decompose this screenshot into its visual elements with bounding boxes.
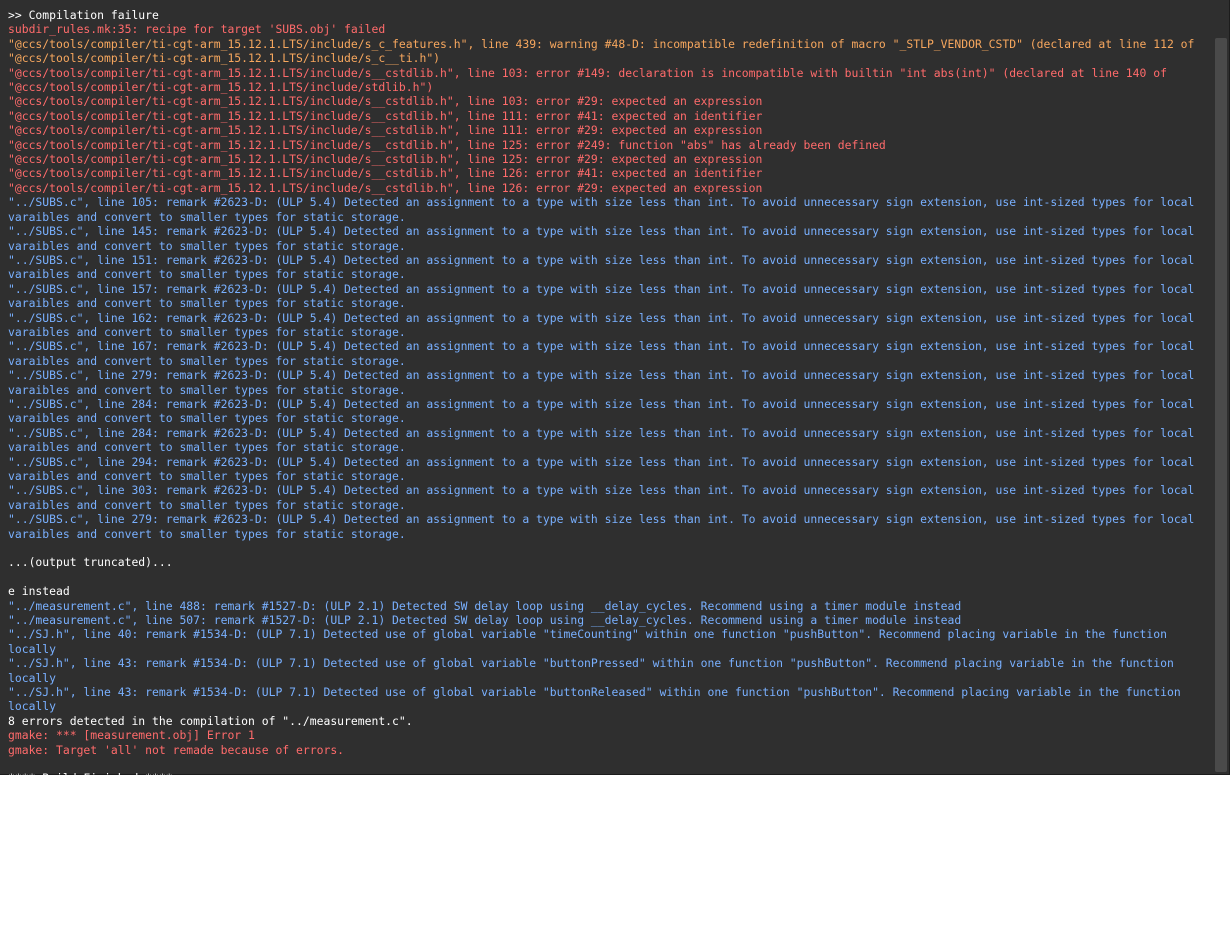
console-line-remark: "../SUBS.c", line 284: remark #2623-D: (… bbox=[8, 425, 1202, 455]
console-line-error: "@ccs/tools/compiler/ti-cgt-arm_15.12.1.… bbox=[8, 180, 763, 195]
console-line-remark: "../measurement.c", line 488: remark #15… bbox=[8, 598, 962, 613]
console-line-remark: "../SUBS.c", line 294: remark #2623-D: (… bbox=[8, 454, 1202, 483]
console-line-remark: "../measurement.c", line 507: remark #15… bbox=[8, 613, 962, 628]
console-line-remark: "../SUBS.c", line 105: remark #2623-D: (… bbox=[8, 195, 1202, 224]
console-line-error: gmake: *** [measurement.obj] Error 1 bbox=[8, 728, 255, 743]
console-line-remark: "../SUBS.c", line 162: remark #2623-D: (… bbox=[8, 310, 1202, 339]
console-line-error: "@ccs/tools/compiler/ti-cgt-arm_15.12.1.… bbox=[8, 108, 763, 123]
console-line-normal: ...(output truncated)... bbox=[8, 555, 173, 570]
console-line-error: "@ccs/tools/compiler/ti-cgt-arm_15.12.1.… bbox=[8, 166, 763, 181]
console-line-normal: **** Build Finished **** bbox=[8, 771, 173, 786]
console-line-error: "@ccs/tools/compiler/ti-cgt-arm_15.12.1.… bbox=[8, 65, 1174, 95]
console-line-remark: "../SUBS.c", line 284: remark #2623-D: (… bbox=[8, 396, 1202, 426]
console-line-remark: "../SJ.h", line 43: remark #1534-D: (ULP… bbox=[8, 656, 1181, 685]
console-line-normal bbox=[8, 570, 1210, 584]
console-output-panel: >> Compilation failure subdir_rules.mk:35… bbox=[0, 0, 1230, 785]
console-line-remark: "../SUBS.c", line 145: remark #2623-D: (… bbox=[8, 224, 1202, 253]
console-line-remark: "../SJ.h", line 43: remark #1534-D: (ULP… bbox=[8, 685, 1188, 714]
console-line-error: subdir_rules.mk:35: recipe for target 'S… bbox=[8, 22, 386, 37]
console-text-area[interactable]: >> Compilation failure subdir_rules.mk:35… bbox=[8, 8, 1210, 786]
console-line-normal: e instead bbox=[8, 584, 70, 599]
console-line-remark: "../SUBS.c", line 157: remark #2623-D: (… bbox=[8, 281, 1202, 311]
vertical-scrollbar[interactable] bbox=[1215, 38, 1227, 772]
console-line-normal: >> Compilation failure bbox=[8, 8, 159, 22]
console-line-error: "@ccs/tools/compiler/ti-cgt-arm_15.12.1.… bbox=[8, 152, 763, 167]
console-line-remark: "../SUBS.c", line 167: remark #2623-D: (… bbox=[8, 339, 1202, 368]
console-line-remark: "../SUBS.c", line 303: remark #2623-D: (… bbox=[8, 483, 1202, 512]
console-line-remark: "../SUBS.c", line 279: remark #2623-D: (… bbox=[8, 368, 1202, 397]
console-line-normal bbox=[8, 757, 1210, 771]
console-line-normal bbox=[8, 541, 1210, 555]
console-line-error: "@ccs/tools/compiler/ti-cgt-arm_15.12.1.… bbox=[8, 137, 886, 152]
console-line-warning: "@ccs/tools/compiler/ti-cgt-arm_15.12.1.… bbox=[8, 36, 1202, 66]
console-line-normal: 8 errors detected in the compilation of … bbox=[8, 713, 413, 728]
console-line-error: "@ccs/tools/compiler/ti-cgt-arm_15.12.1.… bbox=[8, 123, 763, 138]
console-line-error: gmake: Target 'all' not remade because o… bbox=[8, 742, 345, 757]
console-line-error: "@ccs/tools/compiler/ti-cgt-arm_15.12.1.… bbox=[8, 94, 763, 109]
console-line-remark: "../SUBS.c", line 279: remark #2623-D: (… bbox=[8, 512, 1202, 541]
console-line-remark: "../SJ.h", line 40: remark #1534-D: (ULP… bbox=[8, 627, 1174, 656]
console-line-remark: "../SUBS.c", line 151: remark #2623-D: (… bbox=[8, 252, 1202, 282]
